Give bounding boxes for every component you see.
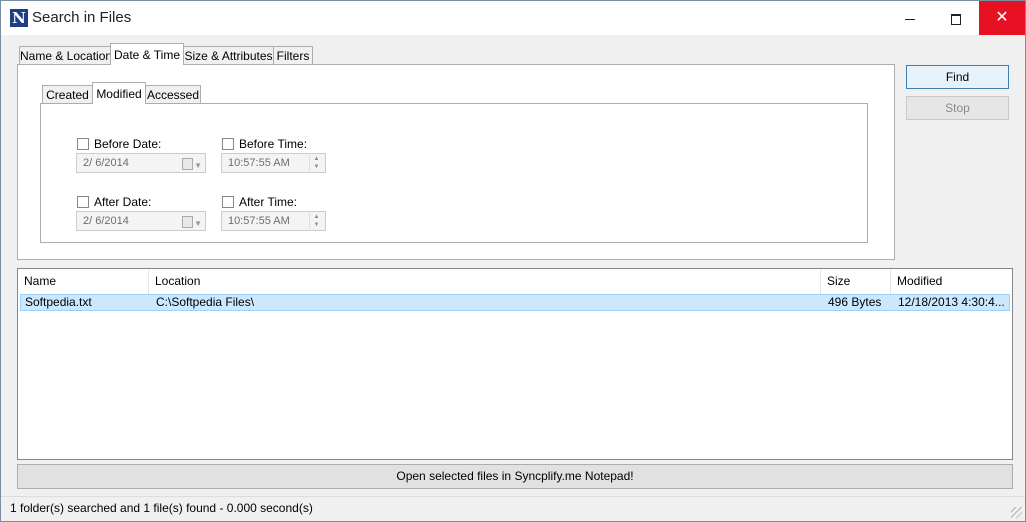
app-icon: N (10, 9, 28, 27)
cell-size: 496 Bytes (828, 295, 882, 309)
chevron-down-icon: ▼ (194, 161, 202, 170)
after-date-checkbox[interactable] (77, 196, 89, 208)
column-header-name[interactable]: Name (18, 269, 149, 294)
before-date-picker[interactable]: 2/ 6/2014 ▼ (76, 153, 206, 173)
maximize-icon (951, 13, 961, 25)
cell-modified: 12/18/2013 4:30:4... (898, 295, 1005, 309)
open-in-notepad-button[interactable]: Open selected files in Syncplify.me Note… (17, 464, 1013, 489)
table-row[interactable]: Softpedia.txt C:\Softpedia Files\ 496 By… (20, 294, 1010, 311)
tab-filters[interactable]: Filters (273, 46, 313, 65)
tab-name-location[interactable]: Name & Location (19, 46, 112, 65)
before-time-checkbox[interactable] (222, 138, 234, 150)
after-time-checkbox[interactable] (222, 196, 234, 208)
window-title: Search in Files (32, 9, 132, 26)
minimize-icon (905, 18, 915, 20)
after-date-value: 2/ 6/2014 (83, 215, 129, 227)
column-header-location[interactable]: Location (149, 269, 821, 294)
tab-modified[interactable]: Modified (92, 82, 146, 104)
calendar-icon (182, 216, 193, 228)
after-time-label: After Time: (239, 195, 298, 209)
before-date-label: Before Date: (94, 137, 162, 151)
chevron-down-icon: ▼ (194, 219, 202, 228)
after-time-field[interactable]: 10:57:55 AM ▲ ▼ (221, 211, 326, 231)
before-date-value: 2/ 6/2014 (83, 157, 129, 169)
tab-size-attributes[interactable]: Size & Attributes (183, 46, 274, 65)
column-header-size[interactable]: Size (821, 269, 891, 294)
before-date-checkbox[interactable] (77, 138, 89, 150)
cell-location: C:\Softpedia Files\ (156, 295, 255, 309)
title-bar[interactable]: N Search in Files ✕ (1, 1, 1025, 35)
cell-name: Softpedia.txt (25, 295, 92, 309)
before-time-value: 10:57:55 AM (228, 157, 290, 169)
time-spinner-icon[interactable]: ▲ ▼ (309, 155, 323, 171)
minimize-button[interactable] (887, 1, 933, 35)
tab-created[interactable]: Created (42, 85, 93, 104)
after-date-picker[interactable]: 2/ 6/2014 ▼ (76, 211, 206, 231)
after-time-value: 10:57:55 AM (228, 215, 290, 227)
search-in-files-window: N Search in Files ✕ Name & Location Date… (0, 0, 1026, 522)
status-bar: 1 folder(s) searched and 1 file(s) found… (1, 496, 1025, 521)
status-text: 1 folder(s) searched and 1 file(s) found… (10, 501, 313, 515)
find-button[interactable]: Find (906, 65, 1009, 89)
before-time-field[interactable]: 10:57:55 AM ▲ ▼ (221, 153, 326, 173)
after-date-label: After Date: (94, 195, 152, 209)
close-icon: ✕ (995, 9, 1009, 26)
close-button[interactable]: ✕ (979, 1, 1025, 35)
time-spinner-icon[interactable]: ▲ ▼ (309, 213, 323, 229)
before-time-label: Before Time: (239, 137, 308, 151)
tab-accessed[interactable]: Accessed (145, 85, 201, 104)
tab-date-time[interactable]: Date & Time (110, 43, 184, 65)
results-list[interactable]: Name Location Size Modified Softpedia.tx… (17, 268, 1013, 460)
column-header-modified[interactable]: Modified (891, 269, 1011, 294)
maximize-button[interactable] (933, 1, 979, 35)
stop-button[interactable]: Stop (906, 96, 1009, 120)
calendar-icon (182, 158, 193, 170)
resize-grip-icon[interactable] (1011, 507, 1022, 518)
